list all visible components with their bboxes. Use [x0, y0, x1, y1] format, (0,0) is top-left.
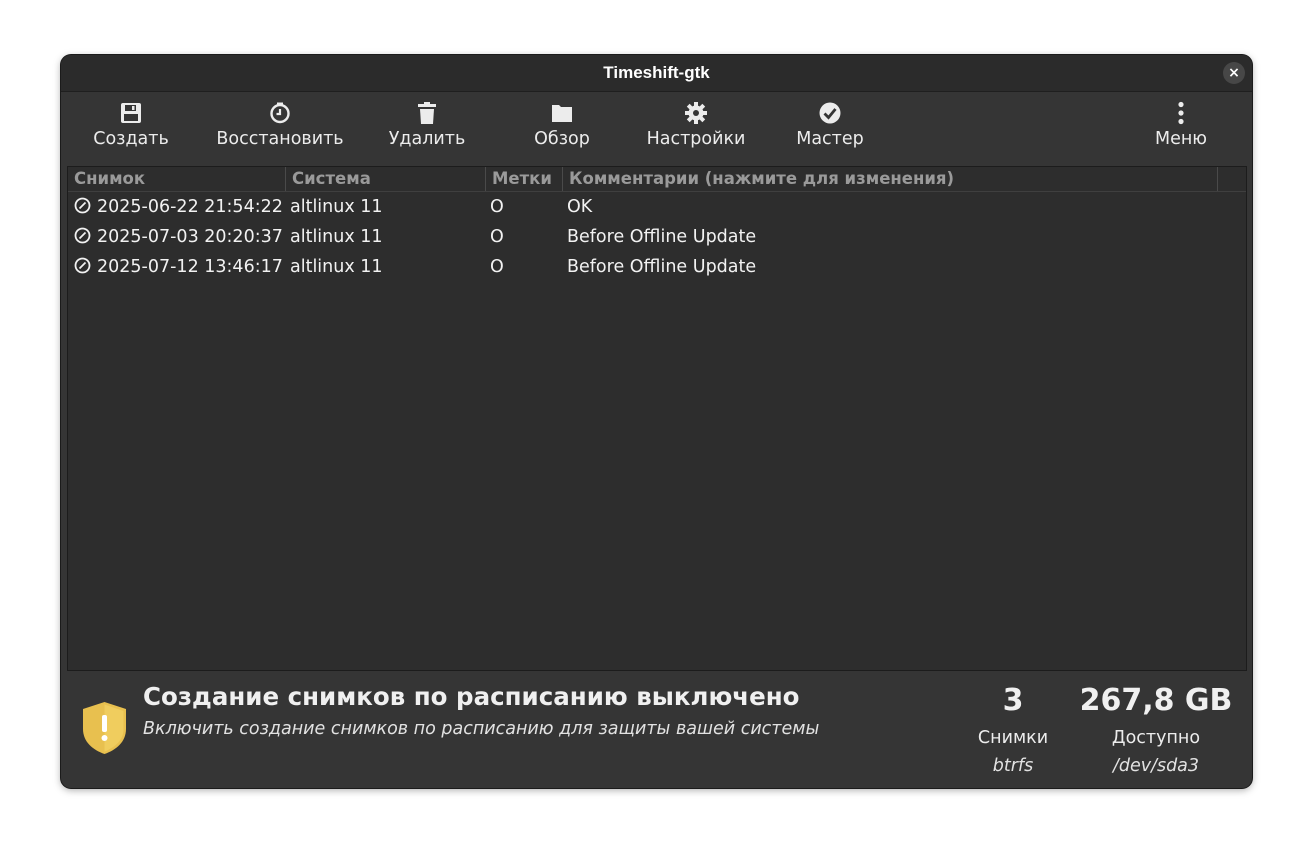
schedule-status-link[interactable]: Включить создание снимков по расписанию … [143, 719, 819, 739]
restore-button[interactable]: Восстановить [215, 92, 345, 166]
snapshot-status-icon [74, 227, 91, 244]
available-label: Доступно [1111, 728, 1201, 748]
available-stat: 267,8 GB Доступно /dev/sda3 [1071, 669, 1241, 777]
snapshot-date: 2025-07-12 13:46:17 [97, 257, 283, 277]
comment-cell[interactable]: OK [567, 192, 592, 222]
vertical-dots-icon [1178, 101, 1184, 125]
tags-cell: O [490, 197, 504, 217]
column-header-comments[interactable]: Комментарии (нажмите для изменения) [562, 167, 1217, 191]
settings-label: Настройки [646, 129, 746, 149]
browse-button[interactable]: Обзор [531, 92, 593, 166]
comment-cell[interactable]: Before Offline Update [567, 222, 756, 252]
clock-icon [270, 102, 290, 124]
snapshot-status-icon [74, 197, 91, 214]
snapshot-list[interactable]: Снимок Система Метки Комментарии (нажмит… [67, 166, 1247, 671]
create-button[interactable]: Создать [93, 92, 169, 166]
snapshot-cell: 2025-06-22 21:54:22 [74, 192, 283, 222]
table-row[interactable]: 2025-06-22 21:54:22 altlinux 11 O OK [68, 192, 1246, 222]
restore-label: Восстановить [216, 129, 344, 149]
menu-label: Меню [1154, 129, 1208, 149]
filesystem-type: btrfs [992, 756, 1034, 776]
gear-icon [685, 102, 707, 124]
titlebar[interactable]: Timeshift-gtk × [61, 55, 1252, 92]
wizard-label: Мастер [796, 129, 864, 149]
warning-shield-icon [83, 702, 126, 754]
close-button[interactable]: × [1223, 62, 1245, 84]
settings-button[interactable]: Настройки [645, 92, 747, 166]
column-header-filler [1217, 167, 1246, 191]
toolbar: Создать Восстановить Удалить Обзор Настр… [61, 92, 1252, 166]
trash-icon [418, 102, 436, 124]
table-row[interactable]: 2025-07-12 13:46:17 altlinux 11 O Before… [68, 252, 1246, 282]
browse-label: Обзор [534, 129, 590, 149]
menu-button[interactable]: Меню [1153, 92, 1209, 166]
system-cell: altlinux 11 [290, 197, 383, 217]
tags-cell: O [490, 227, 504, 247]
table-row[interactable]: 2025-07-03 20:20:37 altlinux 11 O Before… [68, 222, 1246, 252]
snapshot-cell: 2025-07-12 13:46:17 [74, 252, 283, 282]
snapshot-status-icon [74, 257, 91, 274]
device-path: /dev/sda3 [1112, 756, 1200, 776]
delete-label: Удалить [388, 129, 466, 149]
snapshots-count: 3 [1002, 683, 1024, 718]
window-title: Timeshift-gtk [603, 63, 710, 82]
folder-icon [552, 105, 572, 122]
status-bar: Создание снимков по расписанию выключено… [61, 669, 1252, 788]
system-cell: altlinux 11 [290, 257, 383, 277]
snapshots-label: Снимки [977, 728, 1049, 748]
floppy-disk-icon [121, 103, 141, 123]
column-header-tags[interactable]: Метки [485, 167, 562, 191]
snapshot-date: 2025-07-03 20:20:37 [97, 227, 283, 247]
snapshot-date: 2025-06-22 21:54:22 [97, 197, 283, 217]
tags-cell: O [490, 257, 504, 277]
snapshot-cell: 2025-07-03 20:20:37 [74, 222, 283, 252]
create-label: Создать [93, 129, 169, 149]
snapshots-stat: 3 Снимки btrfs [963, 669, 1063, 777]
system-cell: altlinux 11 [290, 227, 383, 247]
available-size: 267,8 GB [1079, 683, 1233, 718]
checkmark-circle-icon [819, 102, 841, 124]
table-header: Снимок Система Метки Комментарии (нажмит… [68, 167, 1246, 192]
comment-cell[interactable]: Before Offline Update [567, 252, 756, 282]
main-window: Timeshift-gtk × Создать Восстановить Уда… [61, 55, 1252, 788]
wizard-button[interactable]: Мастер [794, 92, 866, 166]
column-header-system[interactable]: Система [285, 167, 485, 191]
column-header-snapshot[interactable]: Снимок [68, 167, 285, 191]
schedule-status-title: Создание снимков по расписанию выключено [143, 682, 800, 711]
delete-button[interactable]: Удалить [388, 92, 466, 166]
